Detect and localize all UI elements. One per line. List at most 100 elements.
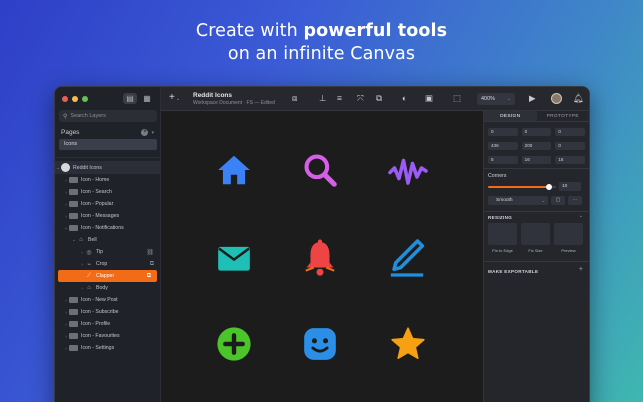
width-field[interactable]: 436 — [488, 142, 518, 150]
radius-field-1[interactable]: 5 — [488, 156, 518, 164]
corners-slider-fill — [488, 186, 550, 188]
corners-label: Corners — [488, 173, 507, 179]
messages-icon[interactable] — [215, 239, 253, 277]
tab-prototype[interactable]: PROTOTYPE — [537, 111, 590, 121]
shape-icon: ◎ — [86, 249, 92, 256]
folder-icon — [69, 345, 78, 351]
pages-actions: + ▾ — [141, 129, 154, 136]
layer-label: Icon - Notifications — [81, 225, 124, 231]
layer-row[interactable]: › Icon - New Post — [55, 294, 160, 306]
add-page-icon[interactable]: + — [141, 129, 149, 136]
radius-field-3[interactable]: 16 — [555, 156, 586, 164]
search-icon: ⚲ — [63, 113, 68, 120]
layers-view-icon[interactable]: ▤ — [123, 93, 137, 104]
add-export-icon[interactable]: + — [579, 266, 583, 273]
symbol-icon[interactable]: ⧈ — [292, 93, 297, 104]
layer-row[interactable]: › Icon - Search — [55, 186, 160, 198]
bell-icon[interactable]: 🔔︎ — [573, 93, 584, 104]
folder-icon — [69, 201, 78, 207]
layer-label: Icon - Popular — [81, 201, 114, 207]
profile-icon[interactable] — [301, 325, 339, 363]
transform-icon[interactable]: ⬚ — [453, 93, 461, 104]
favourites-icon[interactable] — [389, 325, 427, 363]
layer-row[interactable]: › ◎ Tip ⛓︎ — [55, 246, 160, 258]
corners-slider-handle[interactable] — [546, 183, 553, 190]
mask-icon[interactable]: ⧉ — [376, 93, 382, 104]
smoothing-select[interactable]: Smooth ⌄ — [488, 196, 548, 205]
arrange-icon[interactable]: ▣ — [425, 93, 433, 104]
layer-row[interactable]: › Icon - Favourites — [55, 330, 160, 342]
line-icon: ⌁ — [87, 261, 91, 268]
layer-row[interactable]: ⌄ Icon - Notifications — [55, 222, 160, 234]
align-bottom-icon[interactable]: ⊥ — [319, 93, 326, 104]
zoom-select[interactable]: 400% ⌄ — [477, 93, 515, 105]
document-subtitle: Workspace Document · FS — Edited — [193, 100, 275, 106]
layer-row[interactable]: › ⌁ Crop ⧉ — [55, 258, 160, 270]
layer-row[interactable]: › Icon - Settings — [55, 342, 160, 354]
resize-pin-to-edge[interactable] — [488, 223, 517, 245]
corner-style-button[interactable]: ▢ — [551, 196, 565, 205]
layer-row[interactable]: › ⌂ Body — [55, 282, 160, 294]
resize-fix-size[interactable] — [521, 223, 550, 245]
subscribe-icon[interactable] — [215, 325, 253, 363]
layer-row[interactable]: › Icon - Messages — [55, 210, 160, 222]
boolean-icon[interactable]: ◐ — [402, 93, 407, 104]
layer-root[interactable]: ⌄ Reddit Icons — [55, 161, 160, 174]
new-post-icon[interactable] — [387, 237, 427, 279]
folder-icon — [69, 225, 78, 231]
notifications-icon[interactable] — [301, 237, 339, 279]
path-icon: ⟋ — [86, 272, 92, 279]
tab-design[interactable]: DESIGN — [484, 111, 537, 121]
c-field[interactable]: 0 — [555, 142, 586, 150]
home-icon[interactable] — [215, 151, 253, 189]
zoom-window-button[interactable] — [82, 96, 88, 102]
play-icon[interactable]: ▶ — [529, 93, 536, 104]
sidebar-view-toggle: ▤ ▦ — [123, 93, 154, 104]
insert-button[interactable]: +⌄ — [169, 92, 180, 103]
minimize-window-button[interactable] — [72, 96, 78, 102]
x-field[interactable]: 0 — [488, 128, 518, 136]
distribute-icon[interactable]: ≡ — [337, 93, 342, 104]
search-input[interactable] — [70, 113, 151, 119]
layer-row[interactable]: › Icon - Profile — [55, 318, 160, 330]
corners-slider[interactable] — [488, 183, 556, 190]
chevron-down-icon[interactable]: ⌄ — [579, 213, 583, 219]
folder-icon — [69, 177, 78, 183]
chevron-down-icon: ⌄ — [507, 96, 511, 101]
folder-icon — [69, 297, 78, 303]
resize-preview[interactable] — [554, 223, 583, 245]
layer-row[interactable]: ⟋ Clapper ⧉ — [58, 270, 157, 282]
mask-icon[interactable]: ⧉ — [147, 273, 151, 280]
height-field[interactable]: 200 — [521, 142, 552, 150]
chevron-down-icon[interactable]: ▾ — [151, 130, 154, 136]
scale-icon[interactable]: ⤧ — [357, 93, 364, 104]
layer-label: Icon - New Post — [81, 297, 118, 303]
components-view-icon[interactable]: ▦ — [140, 93, 154, 104]
corner-options-button[interactable]: ⋯ — [568, 196, 582, 205]
canvas[interactable] — [161, 111, 483, 402]
link-icon[interactable]: ⛓︎ — [146, 249, 154, 256]
layer-row[interactable]: › Icon - Popular — [55, 198, 160, 210]
headline-line-2: on an infinite Canvas — [227, 44, 416, 64]
resize-option-label: Pin to Edge — [492, 248, 513, 253]
avatar[interactable] — [551, 93, 562, 104]
mask-icon[interactable]: ⧉ — [150, 261, 154, 268]
app-window: ▤ ▦ ⚲ Pages + ▾ Icons ⌄ Reddit Icons ›Ic… — [54, 86, 590, 402]
layer-row[interactable]: ⌄ ⌂ Bell — [55, 234, 160, 246]
layers-sidebar: ▤ ▦ ⚲ Pages + ▾ Icons ⌄ Reddit Icons ›Ic… — [55, 87, 161, 402]
layer-label: Body — [96, 285, 108, 291]
rotation-field[interactable]: 0 — [555, 128, 586, 136]
y-field[interactable]: 0 — [521, 128, 552, 136]
radius-field-2[interactable]: 16 — [521, 156, 552, 164]
layer-row[interactable]: › Icon - Home — [55, 174, 160, 186]
layer-row[interactable]: › Icon - Subscribe — [55, 306, 160, 318]
headline: Create with powerful tools on an infinit… — [0, 20, 643, 66]
page-item-icons[interactable]: Icons — [59, 139, 157, 150]
layer-label: Icon - Favourites — [81, 333, 120, 339]
search-icon[interactable] — [301, 151, 339, 189]
close-window-button[interactable] — [62, 96, 68, 102]
layer-search: ⚲ — [59, 110, 157, 122]
popular-icon[interactable] — [387, 153, 429, 189]
corners-value-field[interactable]: 10 — [559, 182, 581, 191]
divider — [484, 168, 589, 169]
